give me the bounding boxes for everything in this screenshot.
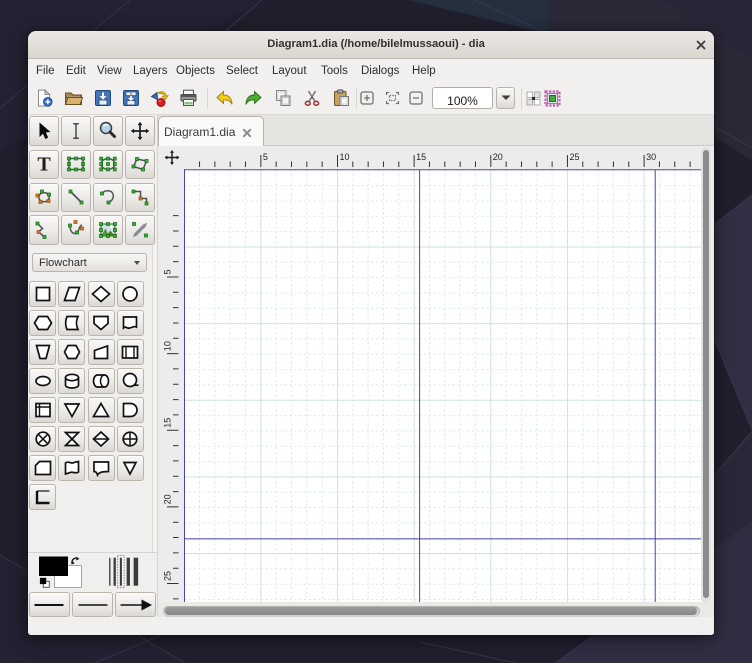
- svg-text:15: 15: [163, 418, 173, 428]
- svg-text:10: 10: [340, 152, 350, 162]
- svg-text:10: 10: [163, 341, 173, 351]
- svg-text:25: 25: [163, 571, 173, 581]
- svg-text:20: 20: [493, 152, 503, 162]
- svg-text:20: 20: [163, 494, 173, 504]
- svg-text:T: T: [37, 154, 51, 176]
- svg-text:25: 25: [569, 152, 579, 162]
- svg-text:5: 5: [163, 269, 173, 274]
- svg-text:15: 15: [416, 152, 426, 162]
- svg-text:30: 30: [646, 152, 656, 162]
- svg-text:5: 5: [263, 152, 268, 162]
